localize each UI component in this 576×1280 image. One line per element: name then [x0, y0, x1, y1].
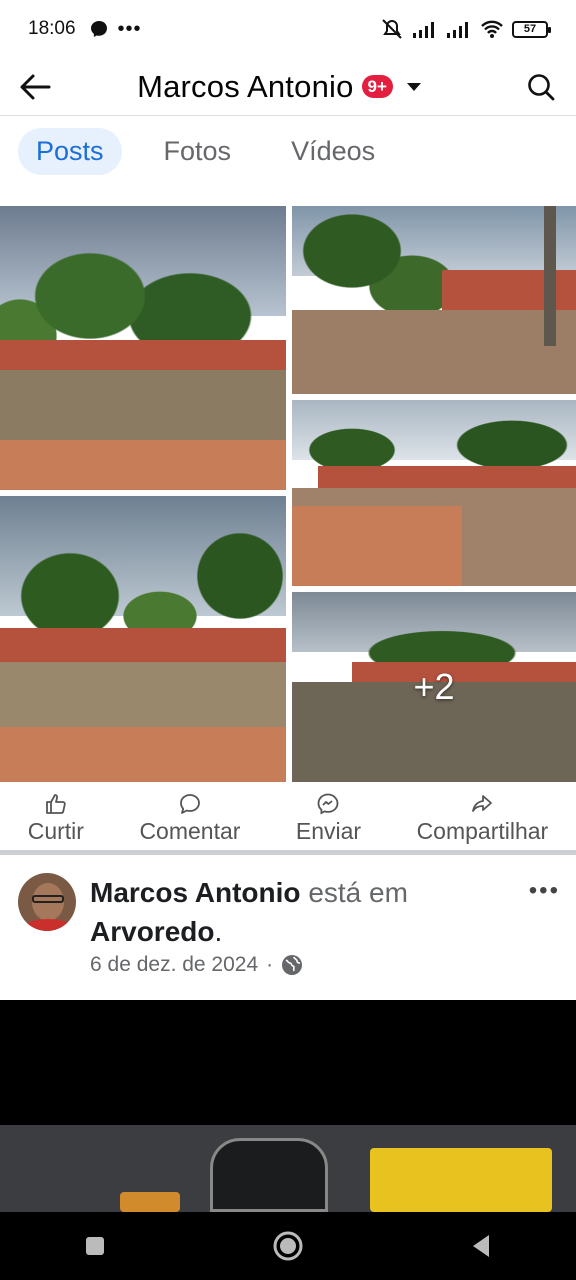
post-author[interactable]: Marcos Antonio — [90, 877, 301, 908]
video-preview[interactable] — [0, 1000, 576, 1212]
feed-post: Marcos Antonio está em Arvoredo. 6 de de… — [0, 855, 576, 1000]
share-label: Compartilhar — [416, 817, 549, 844]
profile-switcher[interactable]: Marcos Antonio 9+ — [70, 69, 506, 105]
post-photo-5[interactable]: +2 — [292, 592, 576, 782]
chevron-down-icon — [406, 82, 421, 91]
post-actions: Curtir Comentar Enviar Compartilhar — [0, 788, 576, 848]
wifi-icon — [481, 20, 503, 38]
tab-fotos[interactable]: Fotos — [146, 128, 250, 175]
comment-button[interactable]: Comentar — [139, 792, 240, 845]
tab-posts[interactable]: Posts — [18, 128, 122, 175]
messenger-notification-icon — [90, 21, 107, 37]
search-icon — [528, 73, 555, 100]
avatar[interactable] — [18, 873, 76, 931]
comment-label: Comentar — [139, 817, 241, 844]
battery-icon: 57 — [512, 20, 551, 38]
post-headline: Marcos Antonio está em Arvoredo. — [90, 877, 408, 947]
post-photo-4[interactable] — [0, 496, 286, 782]
more-notifications-icon: ••• — [117, 17, 142, 40]
share-button[interactable]: Compartilhar — [416, 792, 549, 845]
like-label: Curtir — [27, 817, 84, 844]
profile-header: Marcos Antonio 9+ — [0, 58, 576, 116]
status-bar: 18:06 ••• 57 — [0, 0, 576, 58]
back-nav-button[interactable] — [469, 1233, 493, 1259]
messenger-icon — [318, 793, 339, 814]
more-options-button[interactable]: ••• — [529, 877, 560, 905]
status-time: 18:06 — [28, 18, 76, 39]
back-button[interactable] — [0, 58, 70, 116]
send-label: Enviar — [295, 817, 362, 844]
post-photo-3[interactable] — [292, 400, 576, 586]
more-photos-count: +2 — [413, 666, 455, 707]
post-photo-1[interactable] — [0, 206, 286, 490]
share-icon — [472, 794, 493, 812]
mute-icon — [382, 19, 402, 39]
tab-videos[interactable]: Vídeos — [273, 128, 393, 175]
post-meta: 6 de dez. de 2024 · — [90, 953, 303, 977]
post-place[interactable]: Arvoredo — [90, 916, 214, 947]
post-verb: está em — [308, 877, 408, 908]
home-button[interactable] — [272, 1230, 304, 1262]
system-navigation-bar — [0, 1212, 576, 1280]
post-photo-2[interactable] — [292, 206, 576, 394]
profile-tabs: Posts Fotos Vídeos — [18, 128, 393, 175]
notification-badge: 9+ — [361, 75, 393, 98]
signal-icon-2 — [447, 22, 468, 38]
send-button[interactable]: Enviar — [296, 792, 361, 845]
search-button[interactable] — [506, 58, 576, 116]
like-button[interactable]: Curtir — [28, 792, 84, 845]
recents-button[interactable] — [83, 1234, 107, 1258]
globe-icon — [282, 955, 303, 975]
arrow-left-icon — [20, 74, 51, 99]
post-date[interactable]: 6 de dez. de 2024 — [90, 953, 258, 977]
signal-icon — [413, 22, 434, 38]
page-title: Marcos Antonio — [137, 68, 354, 104]
photo-grid: +2 — [0, 206, 576, 782]
like-icon — [45, 793, 66, 814]
comment-icon — [180, 793, 200, 814]
